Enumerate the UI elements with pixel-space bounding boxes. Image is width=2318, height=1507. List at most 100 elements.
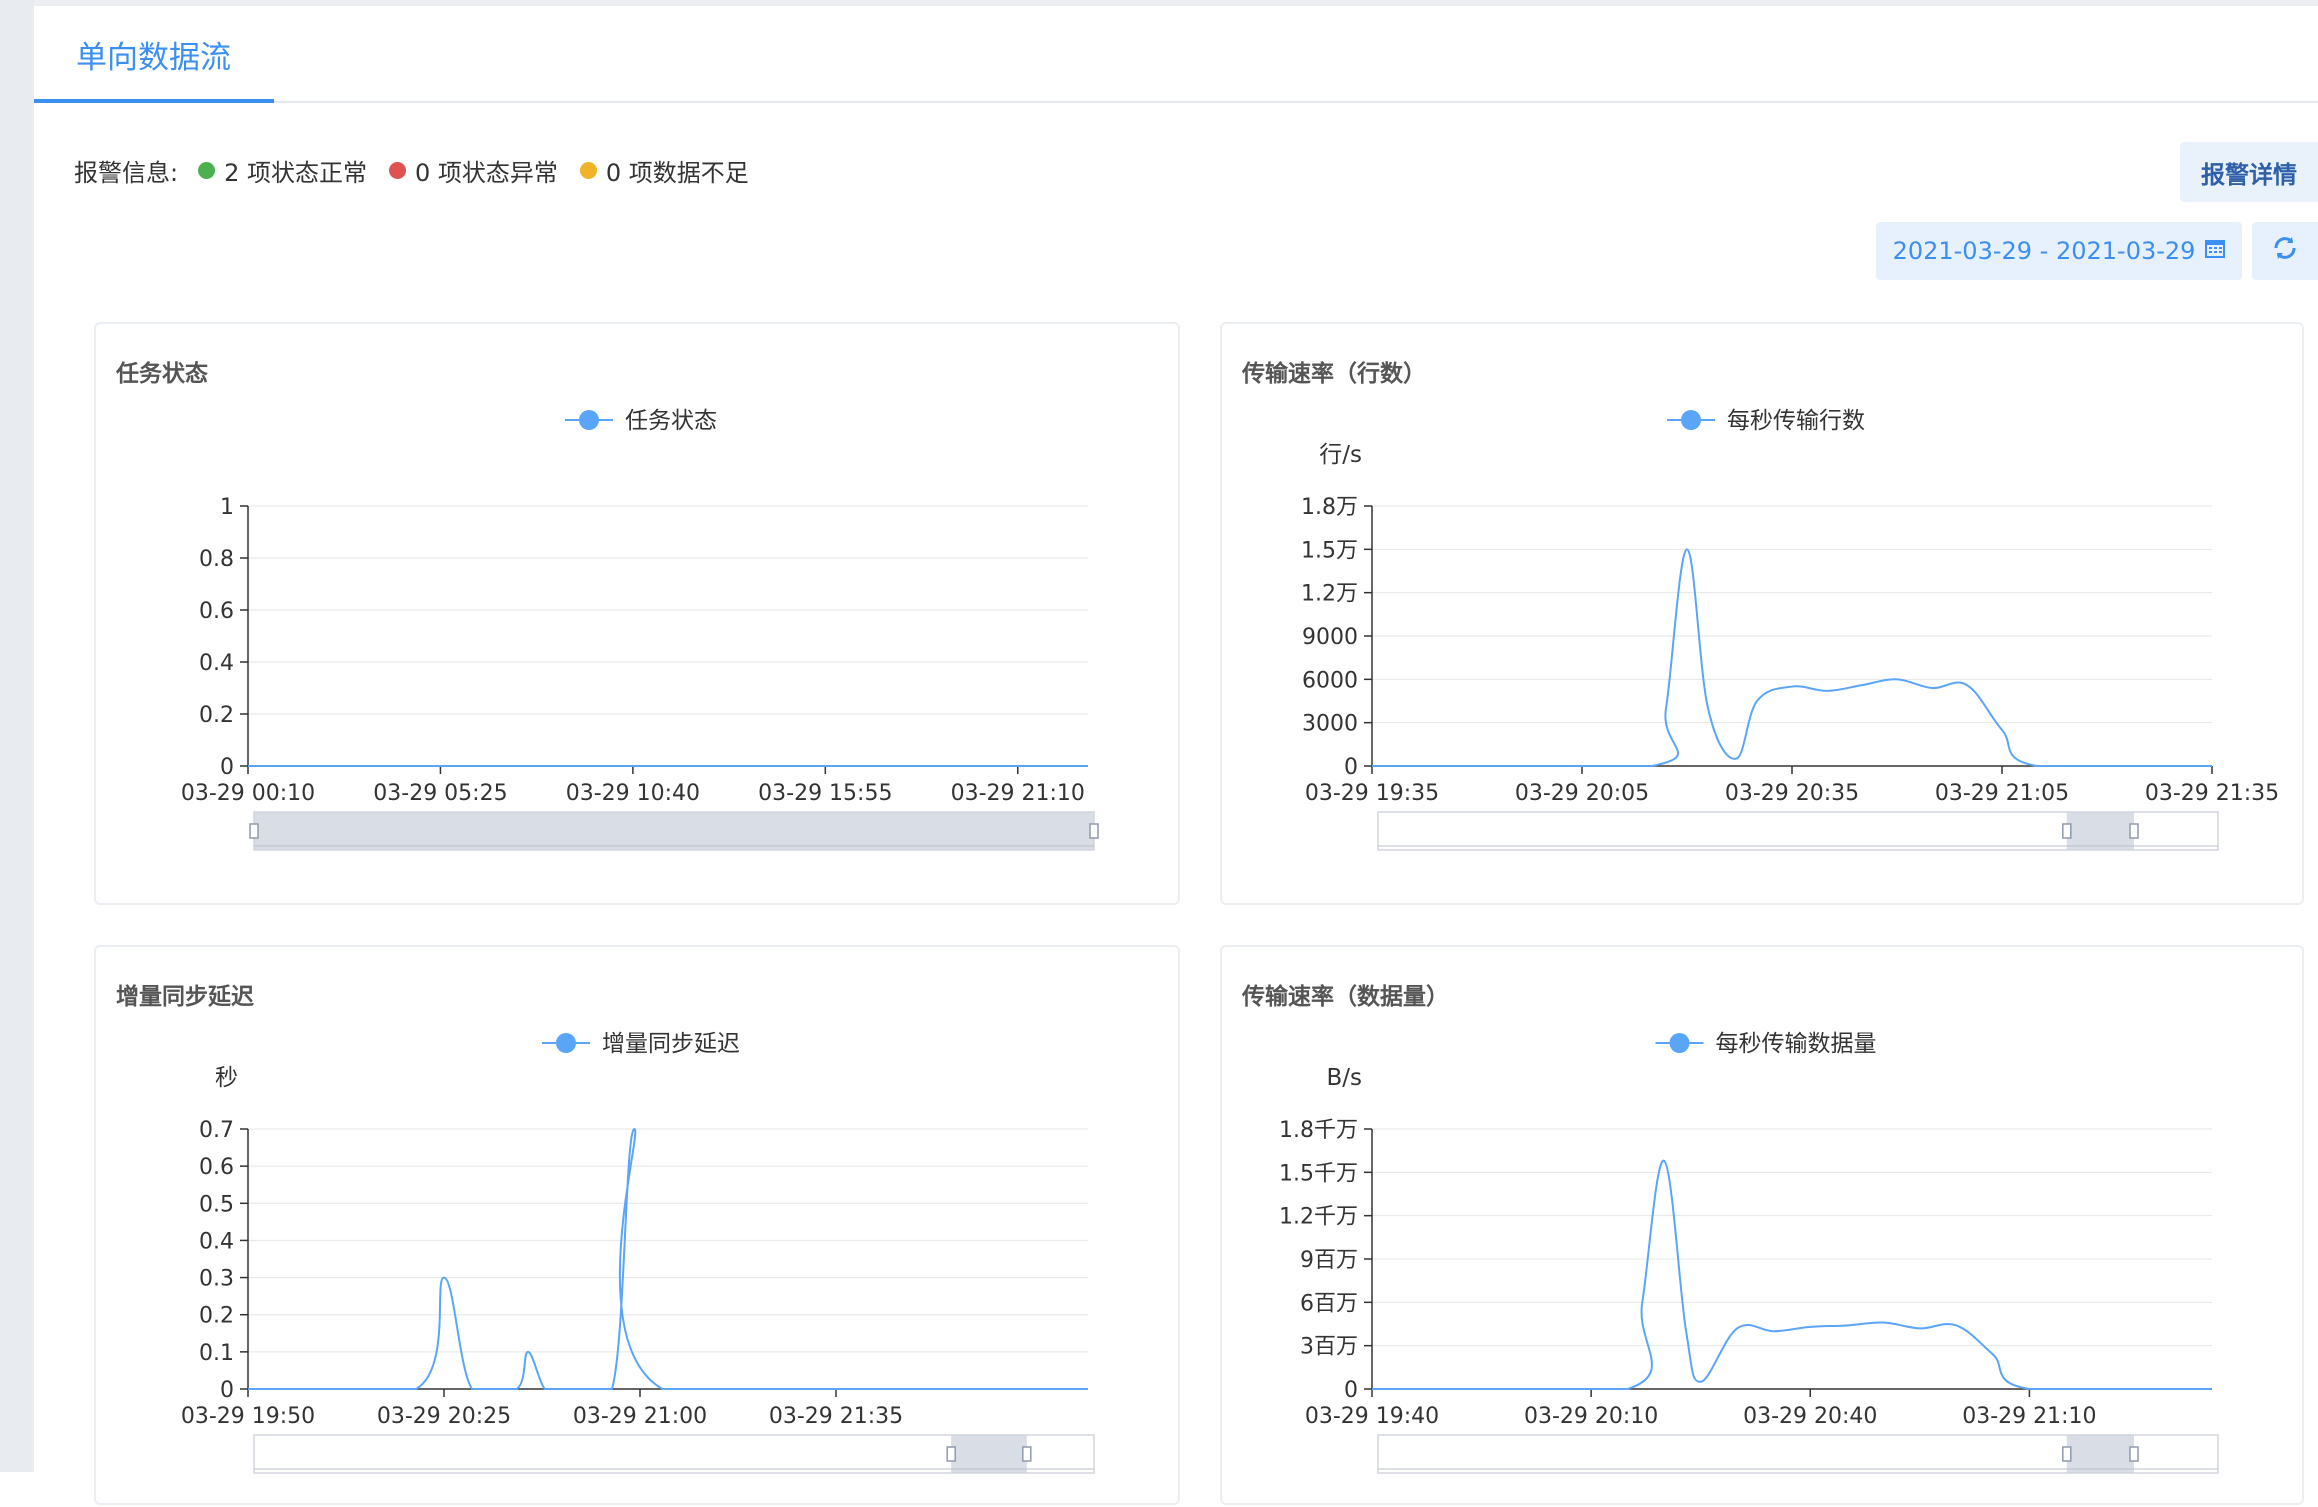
y-tick-label: 0 xyxy=(1344,1378,1358,1403)
y-tick-label: 1 xyxy=(220,495,234,520)
y-tick-label: 0.7 xyxy=(199,1118,234,1143)
x-tick-label: 03-29 21:10 xyxy=(1962,1404,2096,1429)
legend-label: 增量同步延迟 xyxy=(602,1031,740,1057)
y-tick-label: 1.8万 xyxy=(1301,495,1358,520)
legend-label: 每秒传输行数 xyxy=(1727,408,1865,434)
series-line xyxy=(1372,1159,2212,1390)
alarm-normal-text: 2 项状态正常 xyxy=(224,158,367,187)
chart-card-data-rate: 传输速率（数据量） 每秒传输数据量 B/s 0 3百万 6百万 9百万 1.2千万 1.5千万… xyxy=(1220,945,2304,1505)
zoom-slider-handle-icon xyxy=(2062,1446,2072,1462)
zoom-slider-handle-icon xyxy=(1089,823,1099,839)
x-tick-label: 03-29 20:05 xyxy=(1515,781,1649,806)
left-sidebar-edge xyxy=(0,0,34,1472)
status-dot-yellow-icon xyxy=(579,161,597,179)
y-tick-label: 1.8千万 xyxy=(1279,1118,1358,1143)
x-tick-label: 03-29 21:10 xyxy=(951,781,1085,806)
y-axis-unit: B/s xyxy=(1326,1065,1362,1091)
alarm-abnormal-text: 0 项状态异常 xyxy=(415,158,558,187)
x-tick-label: 03-29 10:40 xyxy=(566,781,700,806)
y-tick-label: 0 xyxy=(1344,755,1358,780)
y-tick-label: 0 xyxy=(220,1378,234,1403)
zoom-slider-handle-icon xyxy=(2129,1446,2139,1462)
alarm-insufficient: 0 项数据不足 xyxy=(579,153,749,188)
y-tick-label: 1.2千万 xyxy=(1279,1205,1358,1230)
y-axis-unit: 秒 xyxy=(215,1065,238,1091)
y-tick-label: 0.2 xyxy=(199,1304,234,1329)
alarm-detail-button[interactable]: 报警详情 xyxy=(2180,142,2318,202)
zoom-slider-handle-icon xyxy=(249,823,259,839)
zoom-slider-handle-icon xyxy=(2129,823,2139,839)
legend-marker-icon xyxy=(556,1033,576,1053)
y-tick-label: 0.2 xyxy=(199,703,234,728)
date-range-text: 2021-03-29 - 2021-03-29 xyxy=(1892,237,2196,265)
data-rate-chart: 每秒传输数据量 B/s 0 3百万 6百万 9百万 1.2千万 1.5千万 1.8千万 03-29… xyxy=(1279,1031,2219,1474)
status-dot-green-icon xyxy=(198,161,216,179)
y-tick-label: 0.3 xyxy=(199,1267,234,1292)
x-tick-label: 03-29 20:25 xyxy=(377,1404,511,1429)
tab-label: 单向数据流 xyxy=(76,40,231,76)
chart-card-row-rate: 传输速率（行数） 每秒传输行数 行/s 0 3000 6000 9000 1.2万 1.5万 1… xyxy=(1220,322,2304,905)
y-tick-label: 3百万 xyxy=(1300,1335,1358,1360)
zoom-slider-handle-icon xyxy=(1022,1446,1032,1462)
x-tick-label: 03-29 21:05 xyxy=(1935,781,2069,806)
y-tick-label: 6000 xyxy=(1302,668,1358,693)
zoom-slider-window xyxy=(2066,1435,2134,1473)
x-tick-label: 03-29 15:55 xyxy=(758,781,892,806)
x-tick-label: 03-29 20:10 xyxy=(1524,1404,1658,1429)
active-tab-indicator xyxy=(34,99,274,103)
series-line xyxy=(248,1127,1088,1390)
y-tick-label: 1.5千万 xyxy=(1279,1161,1358,1186)
x-tick-label: 03-29 19:40 xyxy=(1305,1404,1439,1429)
y-tick-label: 1.5万 xyxy=(1301,538,1358,563)
x-tick-label: 03-29 21:00 xyxy=(573,1404,707,1429)
x-tick-label: 03-29 19:35 xyxy=(1305,781,1439,806)
x-tick-label: 03-29 00:10 xyxy=(181,781,315,806)
alarm-summary: 报警信息: 2 项状态正常 0 项状态异常 0 项数据不足 xyxy=(74,150,771,190)
zoom-slider-window xyxy=(2066,812,2134,850)
y-tick-label: 0.8 xyxy=(199,547,234,572)
y-tick-label: 0.1 xyxy=(199,1341,234,1366)
zoom-slider-handle-icon xyxy=(2062,823,2072,839)
y-axis-unit: 行/s xyxy=(1319,442,1362,468)
y-tick-label: 0.6 xyxy=(199,1155,234,1180)
y-tick-label: 0.6 xyxy=(199,599,234,624)
x-tick-label: 03-29 20:35 xyxy=(1725,781,1859,806)
legend-label: 每秒传输数据量 xyxy=(1716,1031,1877,1057)
alarm-insufficient-text: 0 项数据不足 xyxy=(605,158,749,187)
zoom-slider-window xyxy=(951,1435,1027,1473)
y-tick-label: 9百万 xyxy=(1300,1248,1358,1273)
task-status-chart: 任务状态 0 0.2 0.4 0.6 0.8 1 03-29 00:10 03-29 05:25… xyxy=(181,408,1099,851)
alarm-abnormal: 0 项状态异常 xyxy=(389,153,558,188)
y-tick-label: 3000 xyxy=(1302,712,1358,737)
date-range-picker[interactable]: 2021-03-29 - 2021-03-29 xyxy=(1876,222,2242,280)
tab-bar: 单向数据流 xyxy=(34,6,2318,103)
legend-marker-icon xyxy=(1681,410,1701,430)
tab-one-way-dataflow[interactable]: 单向数据流 xyxy=(34,6,274,103)
y-tick-label: 0.4 xyxy=(199,1229,234,1254)
y-tick-label: 0 xyxy=(220,755,234,780)
chart-card-task-status: 任务状态 任务状态 0 0.2 0.4 0.6 0.8 1 03-29 00:10 03-29 … xyxy=(94,322,1180,905)
x-tick-label: 03-29 05:25 xyxy=(373,781,507,806)
chart-card-sync-delay: 增量同步延迟 增量同步延迟秒 0 0.1 0.2 0.3 0.4 0.5 0.6 0.7 03-2… xyxy=(94,945,1180,1505)
series-line xyxy=(1372,548,2212,767)
zoom-slider-window xyxy=(254,812,1094,850)
refresh-icon xyxy=(2271,232,2299,270)
sync-delay-chart: 增量同步延迟秒 0 0.1 0.2 0.3 0.4 0.5 0.6 0.7 03-29 19:50… xyxy=(181,1031,1095,1474)
y-tick-label: 1.2万 xyxy=(1301,582,1358,607)
legend-marker-icon xyxy=(579,410,599,430)
legend-marker-icon xyxy=(1669,1033,1690,1053)
y-tick-label: 0.4 xyxy=(199,651,234,676)
y-tick-label: 0.5 xyxy=(199,1192,234,1217)
zoom-slider-handle-icon xyxy=(946,1446,956,1462)
x-tick-label: 03-29 19:50 xyxy=(181,1404,315,1429)
status-dot-red-icon xyxy=(389,161,406,179)
y-tick-label: 6百万 xyxy=(1300,1291,1358,1316)
refresh-button[interactable] xyxy=(2252,222,2318,280)
x-tick-label: 03-29 21:35 xyxy=(2145,781,2279,806)
x-tick-label: 03-29 20:40 xyxy=(1743,1404,1877,1429)
alarm-label: 报警信息: xyxy=(74,158,179,187)
y-tick-label: 9000 xyxy=(1302,625,1358,650)
alarm-normal: 2 项状态正常 xyxy=(198,153,367,188)
legend-label: 任务状态 xyxy=(625,408,717,434)
row-rate-chart: 每秒传输行数行/s 0 3000 6000 9000 1.2万 1.5万 1.8万 03-29 … xyxy=(1301,408,2279,851)
